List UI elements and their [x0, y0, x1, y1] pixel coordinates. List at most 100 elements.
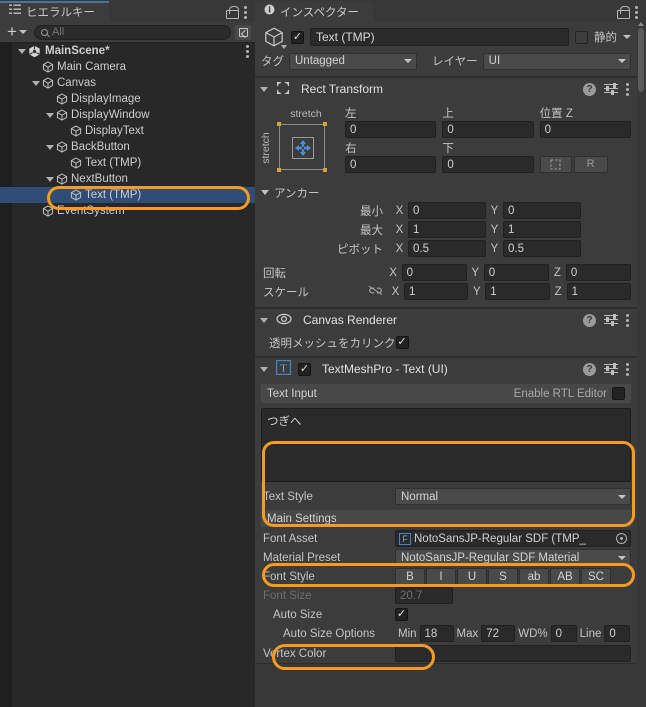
pos-z-input[interactable]: 0 [539, 121, 631, 138]
disclosure-triangle-icon[interactable] [46, 144, 54, 150]
rotation-z-input[interactable]: 0 [565, 264, 632, 281]
preset-icon[interactable] [604, 362, 618, 375]
textmeshpro-enabled-checkbox[interactable] [298, 362, 311, 376]
preset-icon[interactable] [604, 82, 618, 95]
hierarchy-item-backbutton[interactable]: BackButton [0, 139, 255, 155]
hierarchy-item-displaytext[interactable]: DisplayText [0, 123, 255, 139]
kebab-menu-icon[interactable] [626, 362, 630, 376]
hierarchy-item-text-tmp[interactable]: Text (TMP) [0, 187, 255, 203]
blueprint-mode-button[interactable] [539, 155, 572, 173]
disclosure-triangle-icon[interactable] [46, 112, 54, 118]
rotation-y-input[interactable]: 0 [483, 264, 549, 281]
inspector-scrollbar[interactable] [637, 22, 645, 707]
rect-transform-header[interactable]: Rect Transform ? [255, 78, 637, 100]
auto-size-line-input[interactable]: 0 [604, 625, 631, 642]
foldout-triangle-icon[interactable] [260, 86, 268, 92]
broken-link-icon[interactable] [368, 285, 387, 299]
auto-size-line-label: Line [579, 627, 602, 640]
kebab-menu-icon[interactable] [635, 5, 639, 19]
gameobject-cube-icon [263, 26, 287, 49]
hierarchy-search-input[interactable]: All [33, 24, 231, 40]
pivot-y-input[interactable]: 0.5 [503, 240, 581, 257]
material-preset-dropdown[interactable]: NotoSansJP-Regular SDF Material [395, 549, 631, 566]
kebab-menu-icon[interactable] [626, 82, 630, 96]
disclosure-triangle-icon[interactable] [32, 80, 40, 86]
font-style-ab-button[interactable]: AB [550, 568, 580, 585]
anchor-preset-widget[interactable]: stretch stretch [260, 106, 339, 178]
help-icon[interactable]: ? [583, 82, 596, 96]
rtl-editor-checkbox[interactable] [612, 387, 625, 400]
static-dropdown-chevron-icon[interactable] [623, 35, 631, 39]
auto-size-min-input[interactable]: 18 [419, 625, 454, 642]
scrollbar-up-arrow-icon[interactable] [638, 22, 644, 26]
font-style-sc-button[interactable]: SC [581, 568, 611, 585]
tab-inspector[interactable]: インスペクター [255, 1, 374, 22]
hierarchy-item-text-tmp[interactable]: Text (TMP) [0, 155, 255, 171]
kebab-menu-icon[interactable] [246, 44, 250, 58]
anchor-max-y-input[interactable]: 1 [503, 221, 581, 238]
font-style-ab-button[interactable]: ab [519, 568, 549, 585]
foldout-triangle-icon[interactable] [260, 317, 268, 323]
help-icon[interactable]: ? [583, 313, 596, 327]
auto-size-checkbox[interactable] [395, 608, 408, 621]
hierarchy-item-main-camera[interactable]: Main Camera [0, 59, 255, 75]
preset-icon[interactable] [604, 313, 618, 326]
tab-hierarchy[interactable]: ヒエラルキー [0, 1, 109, 22]
pivot-x-input[interactable]: 0.5 [408, 240, 486, 257]
auto-size-max-input[interactable]: 72 [481, 625, 516, 642]
kebab-menu-icon[interactable] [626, 313, 630, 327]
object-picker-icon[interactable] [616, 533, 627, 544]
gameobject-enabled-checkbox[interactable] [291, 30, 304, 44]
anchor-max-x-input[interactable]: 1 [408, 221, 486, 238]
axis-y-label: Y [490, 242, 499, 255]
disclosure-triangle-icon[interactable] [18, 48, 26, 54]
auto-size-wd-input[interactable]: 0 [550, 625, 577, 642]
scale-z-input[interactable]: 1 [566, 283, 631, 300]
anchor-min-x-input[interactable]: 0 [408, 202, 486, 219]
anchor-max-y-value: 1 [508, 223, 515, 236]
lock-icon[interactable] [226, 5, 239, 19]
kebab-menu-icon[interactable] [244, 5, 248, 19]
gameobject-cube-icon [42, 205, 54, 217]
scale-y-input[interactable]: 1 [485, 283, 550, 300]
scrollbar-thumb[interactable] [638, 28, 644, 92]
hierarchy-item-eventsystem[interactable]: EventSystem [0, 203, 255, 219]
anchors-foldout[interactable]: アンカー [261, 184, 631, 201]
rotation-x-input[interactable]: 0 [401, 264, 467, 281]
font-style-s-button[interactable]: S [488, 568, 518, 585]
font-asset-object-field[interactable]: F NotoSansJP-Regular SDF (TMP_ [395, 530, 631, 547]
font-style-i-button[interactable]: I [426, 568, 456, 585]
text-input-textarea[interactable]: つぎへ [261, 408, 631, 482]
foldout-triangle-icon[interactable] [260, 366, 268, 372]
add-gameobject-button[interactable]: + [4, 23, 30, 40]
font-style-b-button[interactable]: B [395, 568, 425, 585]
hierarchy-item-mainscene[interactable]: MainScene* [0, 43, 255, 59]
help-icon[interactable]: ? [583, 362, 596, 376]
right-input[interactable]: 0 [345, 156, 437, 173]
cull-transparent-mesh-checkbox[interactable] [395, 336, 409, 349]
raw-edit-button[interactable]: R [573, 155, 608, 173]
canvas-renderer-header[interactable]: Canvas Renderer ? [255, 309, 637, 331]
hierarchy-item-displayimage[interactable]: DisplayImage [0, 91, 255, 107]
top-input[interactable]: 0 [442, 121, 534, 138]
layer-dropdown[interactable]: UI [482, 52, 631, 70]
hierarchy-item-nextbutton[interactable]: NextButton [0, 171, 255, 187]
gameobject-name-input[interactable]: Text (TMP) [310, 28, 569, 46]
left-input[interactable]: 0 [345, 121, 437, 138]
eye-icon [276, 313, 292, 328]
open-in-window-button[interactable] [235, 24, 251, 40]
textmeshpro-header[interactable]: T TextMeshPro - Text (UI) ? [255, 358, 637, 380]
gameobject-cube-icon [42, 61, 54, 73]
hierarchy-item-displaywindow[interactable]: DisplayWindow [0, 107, 255, 123]
font-style-u-button[interactable]: U [457, 568, 487, 585]
anchor-min-y-input[interactable]: 0 [503, 202, 581, 219]
bottom-input[interactable]: 0 [442, 156, 534, 173]
scale-x-input[interactable]: 1 [403, 283, 469, 300]
vertex-color-field[interactable] [395, 645, 631, 662]
lock-icon[interactable] [617, 5, 630, 19]
static-checkbox[interactable] [575, 30, 588, 44]
disclosure-triangle-icon[interactable] [46, 176, 54, 182]
text-style-dropdown[interactable]: Normal [395, 488, 631, 505]
hierarchy-item-canvas[interactable]: Canvas [0, 75, 255, 91]
tag-dropdown[interactable]: Untagged [289, 52, 417, 70]
